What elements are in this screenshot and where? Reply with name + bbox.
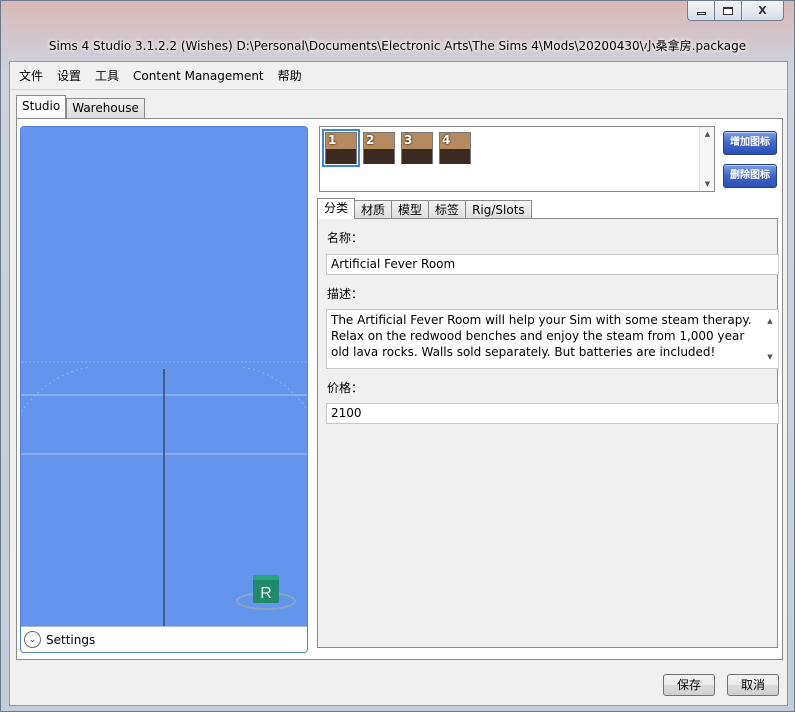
minimize-button[interactable] (687, 1, 715, 21)
tab-category[interactable]: 分类 (317, 198, 356, 219)
description-label: 描述： (327, 287, 364, 301)
swatch-color-bottom (364, 149, 394, 164)
minimize-icon (696, 12, 706, 15)
swatch-item[interactable]: 1 (322, 129, 360, 167)
swatch-scrollbar[interactable]: ▲ ▼ (699, 127, 714, 191)
tab-rig-slots[interactable]: Rig/Slots (465, 200, 532, 219)
save-button[interactable]: 保存 (663, 674, 715, 696)
rig-badge-top (253, 575, 279, 580)
main-tabs: Studio Warehouse (16, 95, 145, 118)
swatch-item[interactable]: 2 (363, 132, 395, 164)
properties-column: 1 2 3 4 ▲ ▼ 增加图标 删除图标 分类 材质 模型 标签 Rig/Sl… (314, 119, 780, 659)
maximize-icon (723, 6, 733, 15)
menu-bar: 文件 设置 工具 Content Management 帮助 (10, 62, 787, 90)
window-title: Sims 4 Studio 3.1.2.2 (Wishes) D:\Person… (48, 39, 747, 53)
grid-arc (240, 366, 307, 411)
swatch-item[interactable]: 4 (439, 132, 471, 164)
swatch-color-bottom (326, 149, 356, 164)
maximize-button[interactable] (714, 1, 742, 21)
chevron-down-icon[interactable]: ⌄ (24, 631, 41, 648)
swatch-number: 2 (366, 133, 375, 147)
scroll-down-icon[interactable]: ▼ (700, 177, 715, 191)
preview-viewport[interactable]: R ⌄ Settings (20, 126, 308, 653)
menu-help[interactable]: 帮助 (271, 62, 309, 90)
cancel-button[interactable]: 取消 (727, 674, 779, 696)
studio-panel: R ⌄ Settings 1 2 3 4 ▲ ▼ 增加图标 删除图标 分类 材质… (16, 118, 783, 660)
description-text: The Artificial Fever Room will help your… (331, 313, 752, 359)
title-bar: Sims 4 Studio 3.1.2.2 (Wishes) D:\Person… (1, 1, 794, 61)
swatch-number: 1 (328, 133, 337, 147)
scroll-down-icon[interactable]: ▼ (762, 349, 778, 365)
swatch-color-bottom (440, 149, 470, 164)
preview-grid: R (21, 361, 307, 627)
grid-arc (21, 366, 92, 413)
description-scrollbar[interactable]: ▲ ▼ (762, 310, 778, 368)
swatch-number: 4 (442, 133, 451, 147)
app-window: Sims 4 Studio 3.1.2.2 (Wishes) D:\Person… (0, 0, 795, 712)
name-field[interactable]: Artificial Fever Room (326, 254, 779, 275)
swatch-item[interactable]: 3 (401, 132, 433, 164)
name-label: 名称： (327, 231, 364, 245)
tab-material[interactable]: 材质 (354, 200, 393, 219)
tab-studio[interactable]: Studio (16, 95, 67, 118)
price-label: 价格： (327, 381, 364, 395)
menu-file[interactable]: 文件 (12, 62, 50, 90)
remove-swatch-button[interactable]: 删除图标 (723, 164, 777, 188)
tab-tags[interactable]: 标签 (428, 200, 467, 219)
tab-warehouse[interactable]: Warehouse (66, 98, 145, 118)
price-field[interactable]: 2100 (326, 403, 779, 424)
category-form: 名称： Artificial Fever Room 描述： The Artifi… (317, 218, 779, 648)
property-tabs: 分类 材质 模型 标签 Rig/Slots (317, 198, 532, 219)
close-button[interactable]: X (741, 1, 784, 21)
add-swatch-button[interactable]: 增加图标 (723, 131, 777, 155)
swatch-color-bottom (402, 149, 432, 164)
scroll-up-icon[interactable]: ▲ (700, 127, 715, 141)
menu-content-management[interactable]: Content Management (126, 62, 271, 90)
menu-settings[interactable]: 设置 (50, 62, 88, 90)
settings-label: Settings (46, 632, 96, 647)
description-field[interactable]: The Artificial Fever Room will help your… (326, 309, 779, 369)
close-icon: X (758, 4, 767, 17)
scroll-up-icon[interactable]: ▲ (762, 313, 778, 329)
settings-expander[interactable]: ⌄ Settings (21, 626, 307, 652)
menu-tools[interactable]: 工具 (88, 62, 126, 90)
tab-model[interactable]: 模型 (391, 200, 430, 219)
swatch-number: 3 (404, 133, 413, 147)
rig-badge-letter: R (260, 585, 272, 602)
swatch-list: 1 2 3 4 ▲ ▼ (319, 126, 715, 192)
client-area: 文件 设置 工具 Content Management 帮助 Studio Wa… (9, 61, 788, 706)
